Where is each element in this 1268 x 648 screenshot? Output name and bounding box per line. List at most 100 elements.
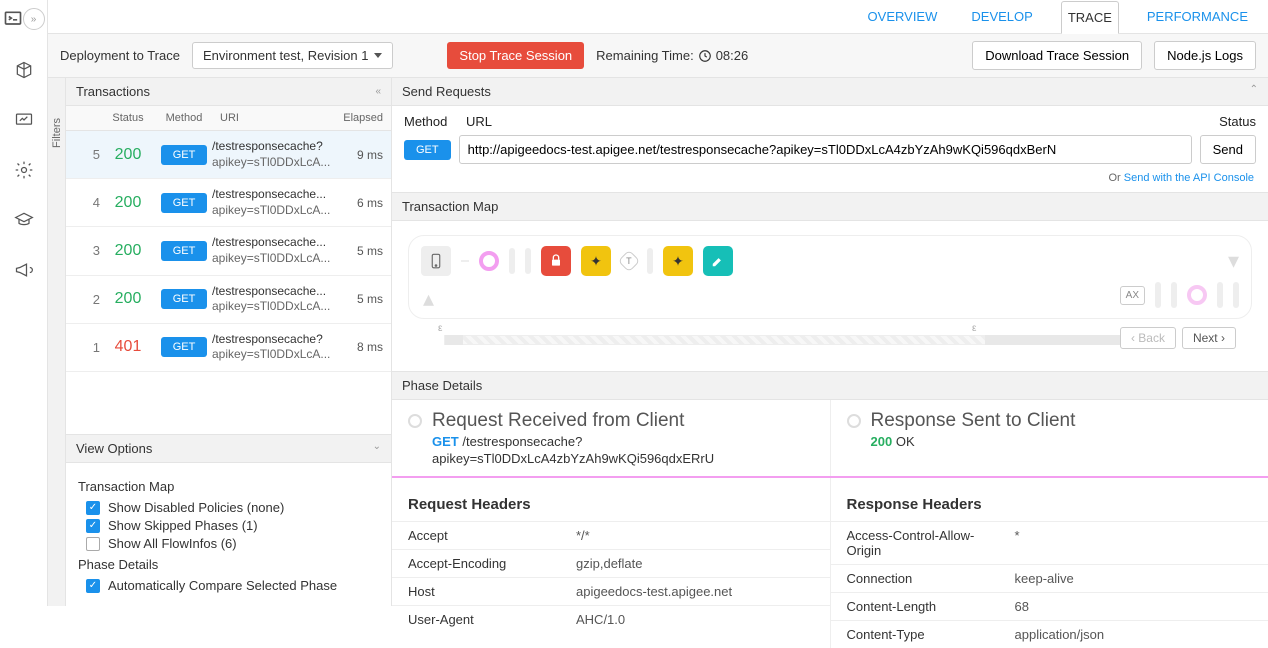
col-method: Method (156, 106, 212, 130)
chk-auto-compare[interactable]: ✓Automatically Compare Selected Phase (86, 578, 379, 593)
top-tabs: OVERVIEW DEVELOP TRACE PERFORMANCE (48, 0, 1268, 34)
header-row: Hostapigeedocs-test.apigee.net (392, 577, 830, 605)
url-input[interactable] (459, 135, 1192, 164)
back-button[interactable]: ‹ Back (1120, 327, 1176, 349)
req-method: GET (432, 434, 459, 449)
transaction-rows: 5 200 GET /testresponsecache?apikey=sTl0… (66, 131, 391, 434)
package-icon[interactable] (14, 60, 34, 80)
method-pill[interactable]: GET (404, 140, 451, 160)
expand-icon[interactable]: » (23, 8, 45, 30)
opt2-label: Show Skipped Phases (1) (108, 518, 258, 533)
analytics-icon[interactable] (14, 110, 34, 130)
col-status: Status (100, 106, 156, 130)
eps-left: ε (438, 323, 442, 334)
req-path1: /testresponsecache? (462, 434, 582, 449)
gear-icon[interactable] (14, 160, 34, 180)
url-label: URL (466, 114, 492, 129)
txmap-body: ✦ T ✦ ▾ ▴ AX (392, 221, 1268, 371)
transactions-title: Transactions (76, 84, 150, 99)
timeline: ε ε ‹ Back Next › (424, 323, 1236, 351)
flow-end-node[interactable] (1187, 285, 1207, 305)
collapse-send-icon[interactable]: ⌃ (1250, 84, 1258, 99)
method-label: Method (404, 114, 448, 129)
toolbar: Deployment to Trace Environment test, Re… (48, 34, 1268, 78)
next-button[interactable]: Next › (1182, 327, 1236, 349)
education-icon[interactable] (14, 210, 34, 230)
phase-details-header: Phase Details (392, 371, 1268, 400)
eps-right: ε (972, 323, 976, 334)
transactions-columns: Status Method URI Elapsed (66, 106, 391, 131)
chk-all-flowinfos[interactable]: Show All FlowInfos (6) (86, 536, 379, 551)
request-received-title: Request Received from Client (432, 410, 684, 432)
table-row[interactable]: 5 200 GET /testresponsecache?apikey=sTl0… (66, 131, 391, 179)
policy-edit-node[interactable] (703, 246, 733, 276)
api-console-link[interactable]: Send with the API Console (1124, 172, 1254, 184)
transactions-pane: Transactions « Status Method URI Elapsed… (66, 78, 392, 606)
phase-details-body: Request Received from Client GET /testre… (392, 400, 1268, 478)
client-icon[interactable] (421, 246, 451, 276)
chk-skipped-phases[interactable]: ✓Show Skipped Phases (1) (86, 518, 379, 533)
expand-down-icon: ⌄ (373, 441, 381, 456)
table-row[interactable]: 3 200 GET /testresponsecache...apikey=sT… (66, 227, 391, 275)
timeline-bar[interactable] (444, 335, 1086, 345)
request-headers-title: Request Headers (392, 486, 830, 521)
send-requests-header: Send Requests ⌃ (392, 78, 1268, 106)
transactions-header: Transactions « (66, 78, 391, 106)
download-trace-button[interactable]: Download Trace Session (972, 41, 1142, 70)
header-row: Accept-Encodinggzip,deflate (392, 549, 830, 577)
response-sent-title: Response Sent to Client (871, 410, 1076, 432)
collapse-icon[interactable]: « (375, 86, 381, 97)
nodejs-logs-button[interactable]: Node.js Logs (1154, 41, 1256, 70)
opt3-label: Show All FlowInfos (6) (108, 536, 237, 551)
right-pane: Send Requests ⌃ Method URL Status GET Se… (392, 78, 1268, 606)
headers-section: Request Headers Accept*/*Accept-Encoding… (392, 478, 1268, 648)
policy-node-2[interactable]: ✦ (663, 246, 693, 276)
deploy-label: Deployment to Trace (60, 48, 180, 63)
chk-disabled-policies[interactable]: ✓Show Disabled Policies (none) (86, 500, 379, 515)
opt4-label: Automatically Compare Selected Phase (108, 578, 337, 593)
txmap-header: Transaction Map (392, 192, 1268, 221)
group-txmap: Transaction Map (78, 479, 379, 494)
view-options-title: View Options (76, 441, 152, 456)
policy-node-1[interactable]: ✦ (581, 246, 611, 276)
tab-overview[interactable]: OVERVIEW (862, 1, 944, 32)
terminal-icon[interactable] (3, 9, 23, 29)
header-row: Content-Length68 (831, 592, 1268, 620)
res-text: OK (896, 434, 915, 449)
filters-collapsed-tab[interactable]: Filters (48, 78, 66, 606)
filters-label: Filters (51, 118, 63, 148)
flow-arrow-up-icon: ▴ (423, 286, 434, 312)
table-row[interactable]: 2 200 GET /testresponsecache...apikey=sT… (66, 276, 391, 324)
tab-develop[interactable]: DEVELOP (965, 1, 1038, 32)
send-button[interactable]: Send (1200, 135, 1256, 164)
res-code: 200 (871, 434, 893, 449)
header-row: User-AgentAHC/1.0 (392, 605, 830, 633)
environment-select-text: Environment test, Revision 1 (203, 48, 368, 63)
col-uri: URI (212, 106, 333, 130)
group-phase: Phase Details (78, 557, 379, 572)
flow-start-node[interactable] (479, 251, 499, 271)
header-row: Content-Typeapplication/json (831, 620, 1268, 648)
clock-icon (698, 49, 712, 63)
send-requests-title: Send Requests (402, 84, 491, 99)
table-row[interactable]: 4 200 GET /testresponsecache...apikey=sT… (66, 179, 391, 227)
phase-dot-req (408, 414, 422, 428)
stop-trace-button[interactable]: Stop Trace Session (447, 42, 584, 69)
flow-arrow-down-icon: ▾ (1228, 248, 1239, 274)
header-row: Connectionkeep-alive (831, 564, 1268, 592)
flow-t-node[interactable]: T (618, 250, 641, 273)
tab-performance[interactable]: PERFORMANCE (1141, 1, 1254, 32)
policy-security-node[interactable] (541, 246, 571, 276)
view-options-header[interactable]: View Options ⌄ (66, 434, 391, 463)
tab-trace[interactable]: TRACE (1061, 1, 1119, 34)
opt1-label: Show Disabled Policies (none) (108, 500, 284, 515)
table-row[interactable]: 1 401 GET /testresponsecache?apikey=sTl0… (66, 324, 391, 372)
response-headers-title: Response Headers (831, 486, 1268, 521)
ax-node[interactable]: AX (1120, 286, 1145, 305)
header-row: Access-Control-Allow-Origin* (831, 521, 1268, 564)
environment-select[interactable]: Environment test, Revision 1 (192, 42, 393, 69)
remaining-time: Remaining Time: 08:26 (596, 48, 748, 63)
or-text: Or (1108, 172, 1123, 184)
api-console-hint: Or Send with the API Console (392, 168, 1268, 192)
megaphone-icon[interactable] (14, 260, 34, 280)
